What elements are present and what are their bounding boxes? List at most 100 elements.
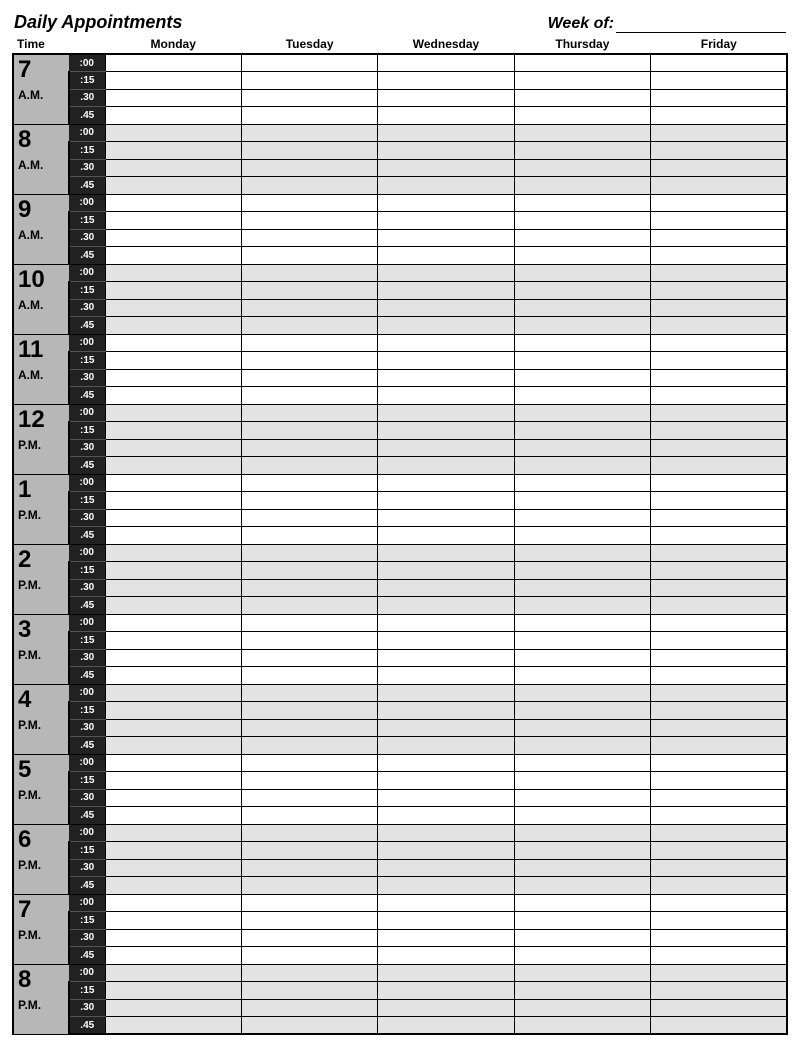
appointment-slot[interactable] — [651, 912, 787, 930]
appointment-slot[interactable] — [241, 299, 377, 317]
appointment-slot[interactable] — [378, 614, 514, 632]
appointment-slot[interactable] — [241, 177, 377, 195]
appointment-slot[interactable] — [241, 894, 377, 912]
appointment-slot[interactable] — [241, 404, 377, 422]
appointment-slot[interactable] — [651, 579, 787, 597]
appointment-slot[interactable] — [378, 999, 514, 1017]
appointment-slot[interactable] — [378, 754, 514, 772]
appointment-slot[interactable] — [514, 894, 650, 912]
appointment-slot[interactable] — [241, 719, 377, 737]
appointment-slot[interactable] — [105, 737, 241, 755]
appointment-slot[interactable] — [105, 422, 241, 440]
appointment-slot[interactable] — [514, 247, 650, 265]
appointment-slot[interactable] — [514, 107, 650, 125]
appointment-slot[interactable] — [514, 317, 650, 335]
appointment-slot[interactable] — [514, 229, 650, 247]
appointment-slot[interactable] — [241, 352, 377, 370]
appointment-slot[interactable] — [241, 999, 377, 1017]
appointment-slot[interactable] — [105, 894, 241, 912]
appointment-slot[interactable] — [105, 282, 241, 300]
appointment-slot[interactable] — [105, 142, 241, 160]
appointment-slot[interactable] — [651, 474, 787, 492]
appointment-slot[interactable] — [241, 282, 377, 300]
appointment-slot[interactable] — [105, 369, 241, 387]
appointment-slot[interactable] — [651, 177, 787, 195]
appointment-slot[interactable] — [651, 929, 787, 947]
appointment-slot[interactable] — [514, 719, 650, 737]
appointment-slot[interactable] — [514, 264, 650, 282]
appointment-slot[interactable] — [378, 544, 514, 562]
appointment-slot[interactable] — [514, 544, 650, 562]
appointment-slot[interactable] — [651, 754, 787, 772]
appointment-slot[interactable] — [378, 1017, 514, 1035]
appointment-slot[interactable] — [514, 754, 650, 772]
appointment-slot[interactable] — [651, 264, 787, 282]
appointment-slot[interactable] — [651, 789, 787, 807]
appointment-slot[interactable] — [105, 1017, 241, 1035]
appointment-slot[interactable] — [378, 492, 514, 510]
appointment-slot[interactable] — [105, 229, 241, 247]
appointment-slot[interactable] — [241, 107, 377, 125]
appointment-slot[interactable] — [651, 842, 787, 860]
appointment-slot[interactable] — [378, 247, 514, 265]
appointment-slot[interactable] — [651, 492, 787, 510]
appointment-slot[interactable] — [378, 282, 514, 300]
appointment-slot[interactable] — [651, 719, 787, 737]
appointment-slot[interactable] — [105, 194, 241, 212]
appointment-slot[interactable] — [378, 684, 514, 702]
appointment-slot[interactable] — [651, 964, 787, 982]
appointment-slot[interactable] — [378, 649, 514, 667]
appointment-slot[interactable] — [241, 142, 377, 160]
appointment-slot[interactable] — [651, 369, 787, 387]
appointment-slot[interactable] — [378, 457, 514, 475]
appointment-slot[interactable] — [514, 439, 650, 457]
appointment-slot[interactable] — [378, 387, 514, 405]
appointment-slot[interactable] — [514, 789, 650, 807]
appointment-slot[interactable] — [378, 667, 514, 685]
appointment-slot[interactable] — [241, 597, 377, 615]
appointment-slot[interactable] — [514, 667, 650, 685]
appointment-slot[interactable] — [378, 124, 514, 142]
appointment-slot[interactable] — [241, 702, 377, 720]
appointment-slot[interactable] — [378, 597, 514, 615]
appointment-slot[interactable] — [514, 387, 650, 405]
appointment-slot[interactable] — [378, 789, 514, 807]
appointment-slot[interactable] — [378, 527, 514, 545]
appointment-slot[interactable] — [514, 964, 650, 982]
appointment-slot[interactable] — [105, 859, 241, 877]
appointment-slot[interactable] — [241, 439, 377, 457]
appointment-slot[interactable] — [241, 614, 377, 632]
appointment-slot[interactable] — [514, 212, 650, 230]
appointment-slot[interactable] — [514, 334, 650, 352]
appointment-slot[interactable] — [378, 964, 514, 982]
appointment-slot[interactable] — [378, 509, 514, 527]
appointment-slot[interactable] — [241, 54, 377, 72]
appointment-slot[interactable] — [514, 579, 650, 597]
appointment-slot[interactable] — [514, 142, 650, 160]
appointment-slot[interactable] — [241, 387, 377, 405]
appointment-slot[interactable] — [514, 999, 650, 1017]
appointment-slot[interactable] — [651, 194, 787, 212]
appointment-slot[interactable] — [105, 684, 241, 702]
appointment-slot[interactable] — [378, 159, 514, 177]
appointment-slot[interactable] — [105, 754, 241, 772]
appointment-slot[interactable] — [378, 194, 514, 212]
appointment-slot[interactable] — [105, 632, 241, 650]
appointment-slot[interactable] — [514, 824, 650, 842]
appointment-slot[interactable] — [241, 579, 377, 597]
appointment-slot[interactable] — [105, 352, 241, 370]
week-of-input-line[interactable] — [616, 17, 786, 33]
appointment-slot[interactable] — [514, 737, 650, 755]
appointment-slot[interactable] — [105, 807, 241, 825]
appointment-slot[interactable] — [514, 404, 650, 422]
appointment-slot[interactable] — [651, 159, 787, 177]
appointment-slot[interactable] — [514, 877, 650, 895]
appointment-slot[interactable] — [105, 387, 241, 405]
appointment-slot[interactable] — [514, 194, 650, 212]
appointment-slot[interactable] — [105, 667, 241, 685]
appointment-slot[interactable] — [241, 754, 377, 772]
appointment-slot[interactable] — [378, 439, 514, 457]
appointment-slot[interactable] — [651, 859, 787, 877]
appointment-slot[interactable] — [514, 124, 650, 142]
appointment-slot[interactable] — [651, 772, 787, 790]
